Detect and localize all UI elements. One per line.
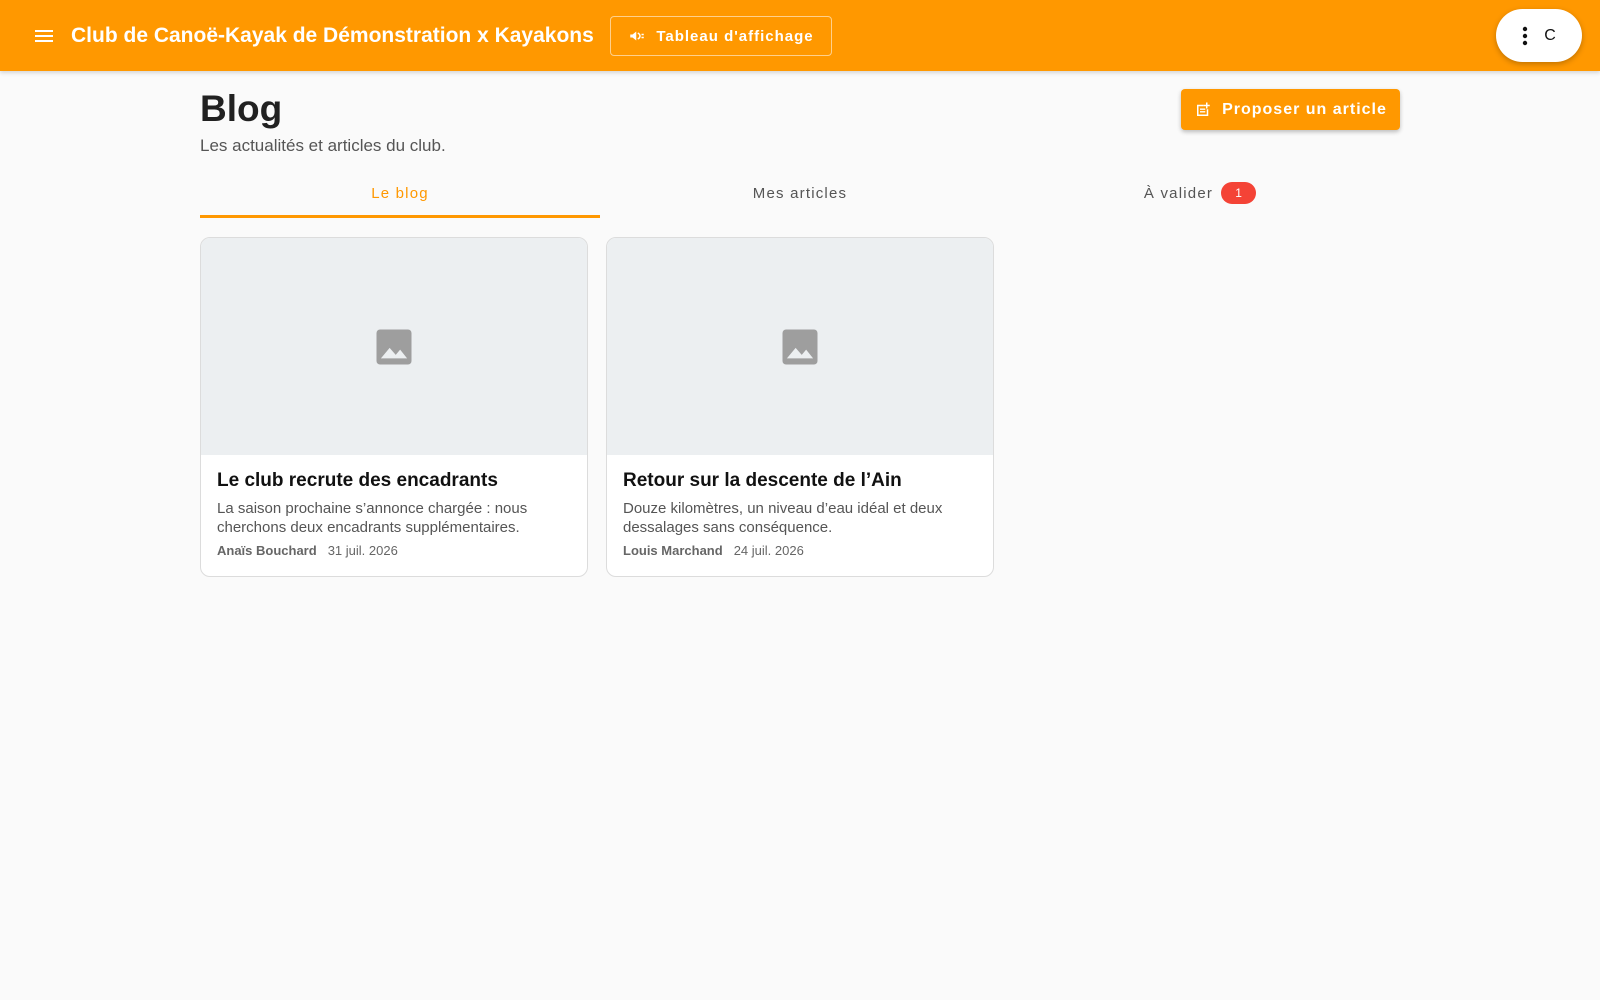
menu-icon [35,30,53,42]
article-date: 31 juil. 2026 [327,543,398,558]
article-title: Retour sur la descente de l’Ain [623,470,902,491]
article-date: 24 juil. 2026 [733,543,804,558]
tab-a-valider[interactable]: À valider 1 [1000,168,1400,218]
article-image-placeholder [201,238,587,455]
avatar: C [1544,26,1556,44]
page-subtitle: Les actualités et articles du club. [200,136,446,155]
menu-button[interactable] [28,20,60,52]
propose-article-label: Proposer un article [1222,100,1387,118]
more-vertical-icon [1523,26,1528,45]
image-placeholder-icon [376,329,412,364]
article-excerpt: Douze kilomètres, un niveau d’eau idéal … [623,500,943,536]
article-title: Le club recrute des encadrants [217,470,498,491]
page-title: Blog [200,88,283,129]
article-image-placeholder [607,238,993,455]
bulletin-board-label: Tableau d'affichage [656,27,814,45]
tab-mes-articles[interactable]: Mes articles [600,168,1000,218]
article-card[interactable]: Retour sur la descente de l’Ain Douze ki… [606,237,994,577]
tab-bar: Le blog Mes articles À valider 1 [200,168,1400,218]
tab-label: Mes articles [752,184,848,202]
propose-article-button[interactable]: Proposer un article [1181,89,1400,130]
article-card[interactable]: Le club recrute des encadrants La saison… [200,237,588,577]
image-placeholder-icon [782,329,818,364]
megaphone-icon [630,31,645,41]
user-menu-button[interactable]: C [1496,9,1582,62]
article-excerpt: La saison prochaine s’annonce chargée : … [217,500,528,536]
article-author: Louis Marchand [623,543,723,558]
bulletin-board-button[interactable]: Tableau d'affichage [610,16,832,56]
tab-le-blog[interactable]: Le blog [200,168,600,218]
article-meta: Anaïs Bouchard 31 juil. 2026 [217,543,571,558]
app-title[interactable]: Club de Canoë-Kayak de Démonstration x K… [71,0,594,71]
article-author: Anaïs Bouchard [217,543,317,558]
pending-count-badge: 1 [1221,182,1257,204]
tab-label: À valider [1143,184,1214,202]
tab-label: Le blog [371,184,429,202]
article-meta: Louis Marchand 24 juil. 2026 [623,543,977,558]
post-add-icon [1197,102,1210,116]
app-bar: Club de Canoë-Kayak de Démonstration x K… [0,0,1600,71]
